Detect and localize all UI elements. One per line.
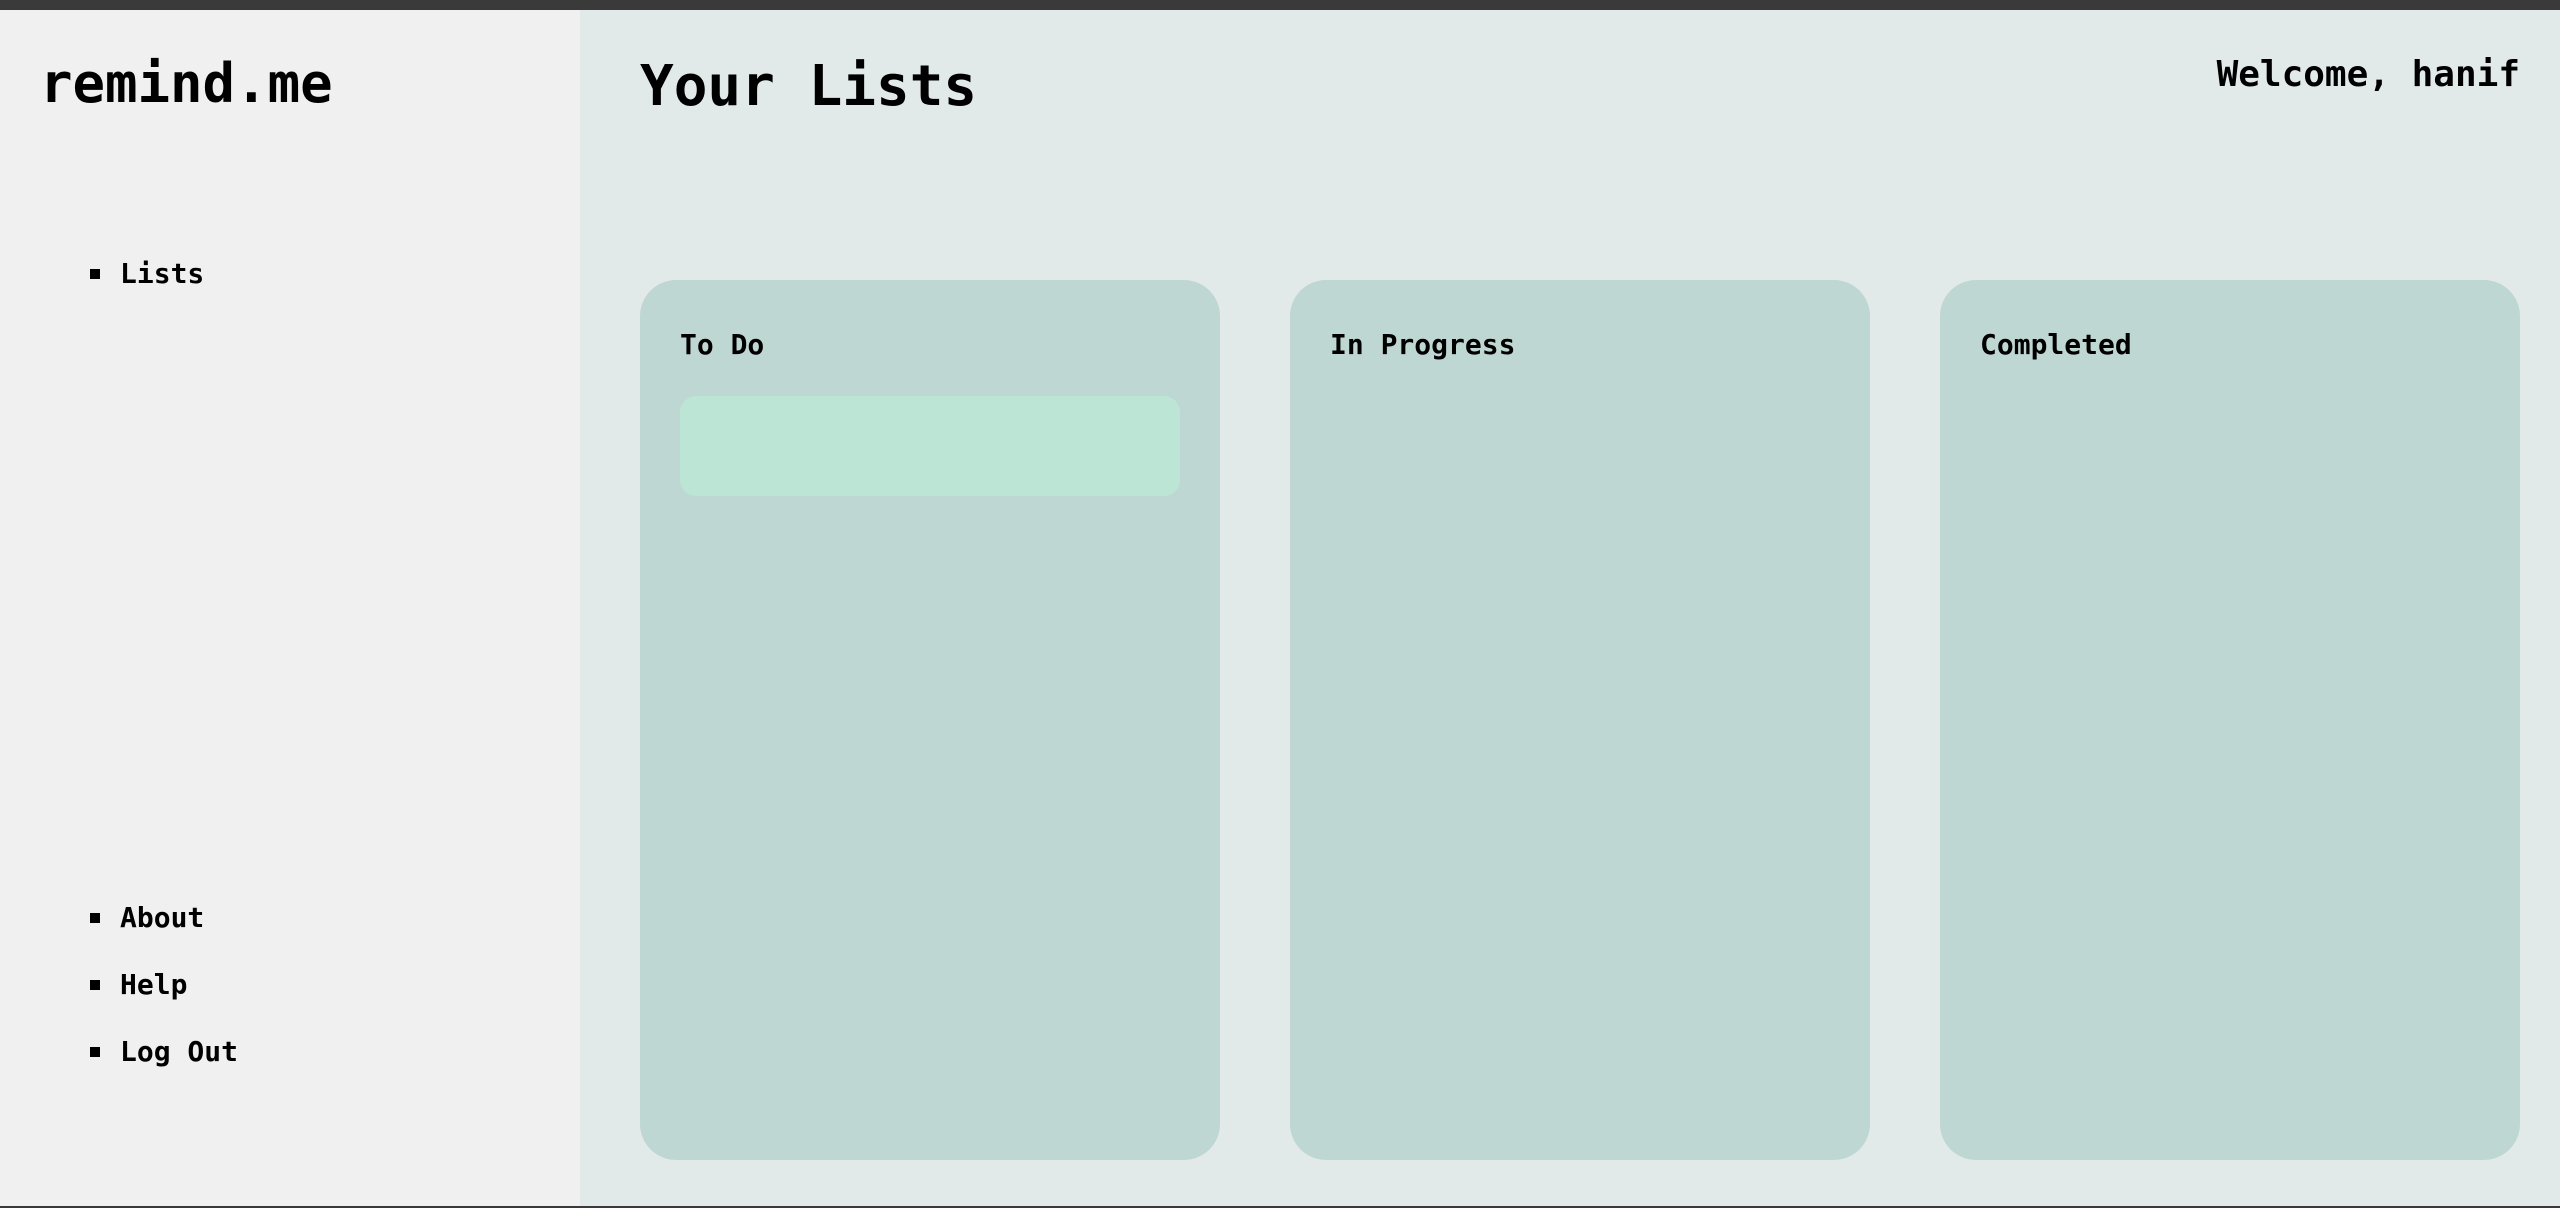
page-title: Your Lists [640, 54, 978, 119]
list-board: To Do In Progress Completed [640, 280, 2520, 1160]
sidebar: remind.me Lists About Help Log Out [0, 10, 580, 1206]
main-content: Your Lists Welcome, hanif To Do In Progr… [580, 10, 2560, 1206]
app-window: remind.me Lists About Help Log Out Your … [0, 10, 2560, 1206]
list-column-completed[interactable]: Completed [1940, 280, 2520, 1160]
list-column-in-progress[interactable]: In Progress [1290, 280, 1870, 1160]
welcome-message: Welcome, hanif [2216, 54, 2520, 95]
list-title: In Progress [1330, 328, 1516, 361]
sidebar-nav-secondary: About Help Log Out [88, 898, 238, 1099]
sidebar-item-log-out[interactable]: Log Out [88, 1032, 238, 1099]
sidebar-item-help[interactable]: Help [88, 965, 238, 1032]
sidebar-nav-primary: Lists [88, 254, 204, 321]
sidebar-item-lists[interactable]: Lists [88, 254, 204, 321]
list-title: To Do [680, 328, 765, 361]
sidebar-item-about[interactable]: About [88, 898, 238, 965]
list-item[interactable] [680, 396, 1180, 496]
list-title: Completed [1980, 328, 2132, 361]
app-logo[interactable]: remind.me [40, 52, 333, 115]
list-column-to-do[interactable]: To Do [640, 280, 1220, 1160]
